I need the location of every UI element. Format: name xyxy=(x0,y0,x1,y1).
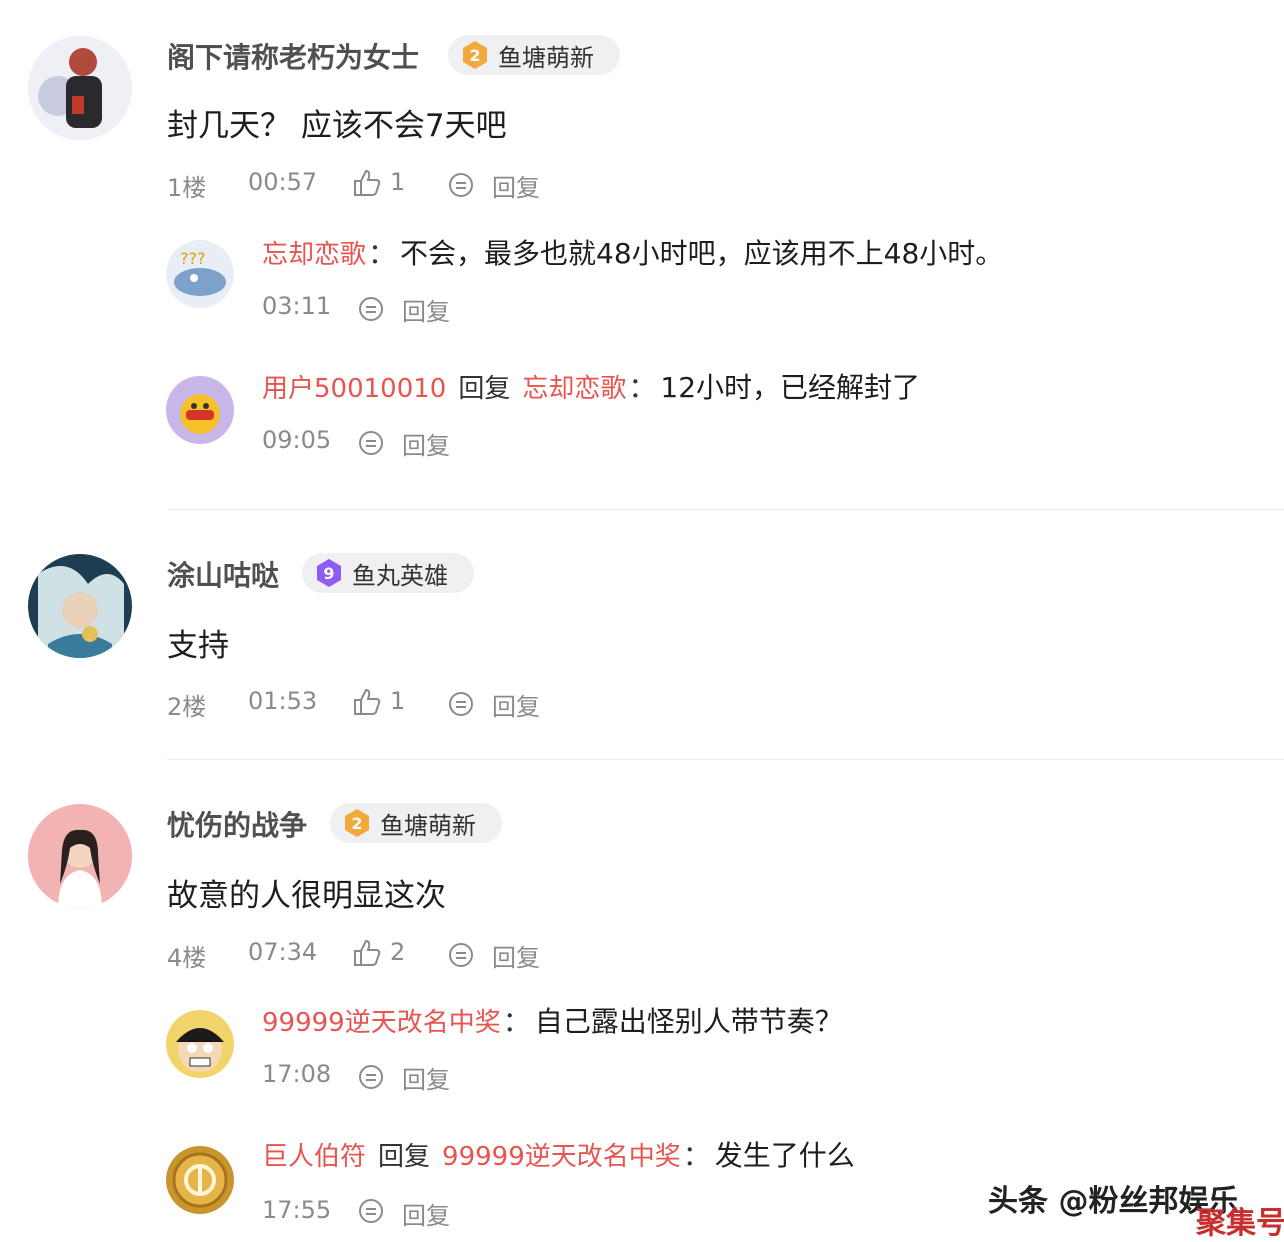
reply-button[interactable]: 回复 xyxy=(402,1060,450,1095)
reply-line: 巨人伯符 回复 99999逆天改名中奖 ： 发生了什么 xyxy=(262,1134,855,1174)
reply-author[interactable]: 用户50010010 xyxy=(262,368,446,405)
level-badge-icon: 9 xyxy=(317,559,341,587)
avatar[interactable] xyxy=(166,1010,234,1078)
badge-label: 鱼丸英雄 xyxy=(352,561,448,590)
svg-text:???: ??? xyxy=(180,249,205,268)
comment-username[interactable]: 涂山咕哒 xyxy=(167,554,279,594)
reply-target[interactable]: 忘却恋歌 xyxy=(522,368,626,405)
reply-text: 12小时，已经解封了 xyxy=(660,371,921,404)
reply-text: 不会，最多也就48小时吧，应该用不上48小时。 xyxy=(400,237,1004,270)
reply-author[interactable]: 忘却恋歌 xyxy=(262,234,366,271)
avatar[interactable] xyxy=(28,36,132,140)
reply-line: 用户50010010 回复 忘却恋歌 ： 12小时，已经解封了 xyxy=(262,366,920,406)
reply-line: 99999逆天改名中奖 ： 自己露出怪别人带节奏？ xyxy=(262,1000,843,1040)
user-badge: 2 鱼塘萌新 xyxy=(448,35,620,75)
avatar[interactable] xyxy=(28,804,132,908)
like-count: 1 xyxy=(390,168,406,196)
corner-watermark: 聚集号 xyxy=(1196,1206,1284,1241)
reply-text: 发生了什么 xyxy=(714,1139,855,1172)
comment-time: 07:34 xyxy=(248,938,318,966)
reply-time: 17:55 xyxy=(262,1196,332,1224)
reply-button[interactable]: 回复 xyxy=(402,1196,450,1231)
floor-number: 2楼 xyxy=(167,693,207,721)
colon-separator: ： xyxy=(368,237,397,270)
user-badge: 2 鱼塘萌新 xyxy=(330,803,502,843)
reply-verb: 回复 xyxy=(458,373,511,404)
comment-username[interactable]: 忧伤的战争 xyxy=(167,804,307,844)
colon-separator: ： xyxy=(682,1139,711,1172)
level-badge-icon: 2 xyxy=(345,809,369,837)
comment-time: 01:53 xyxy=(248,687,318,715)
comment-divider xyxy=(167,759,1284,760)
like-count: 2 xyxy=(390,938,406,966)
comment-username[interactable]: 阁下请称老朽为女士 xyxy=(167,36,419,76)
reply-bubble-icon[interactable] xyxy=(358,296,384,322)
reply-button[interactable]: 回复 xyxy=(402,426,450,461)
level-badge-icon: 2 xyxy=(463,41,487,69)
avatar[interactable] xyxy=(166,1146,234,1214)
comment-text: 支持 xyxy=(167,628,229,664)
reply-bubble-icon[interactable] xyxy=(358,1198,384,1224)
colon-separator: ： xyxy=(628,371,657,404)
reply-time: 09:05 xyxy=(262,426,332,454)
comment-time: 00:57 xyxy=(248,168,318,196)
reply-time: 17:08 xyxy=(262,1060,332,1088)
avatar[interactable]: ??? xyxy=(166,240,234,308)
colon-separator: ： xyxy=(502,1005,531,1038)
avatar[interactable] xyxy=(28,554,132,658)
reply-target[interactable]: 99999逆天改名中奖 xyxy=(442,1136,681,1173)
floor-number: 1楼 xyxy=(167,174,207,202)
reply-bubble-icon[interactable] xyxy=(448,172,474,198)
reply-line: 忘却恋歌 ： 不会，最多也就48小时吧，应该用不上48小时。 xyxy=(262,232,1003,272)
svg-text:2: 2 xyxy=(469,46,480,65)
reply-bubble-icon[interactable] xyxy=(448,942,474,968)
comment-text: 故意的人很明显这次 xyxy=(167,878,446,914)
comment-divider xyxy=(167,509,1284,510)
like-count: 1 xyxy=(390,687,406,715)
reply-button[interactable]: 回复 xyxy=(402,292,450,327)
reply-bubble-icon[interactable] xyxy=(448,691,474,717)
reply-button[interactable]: 回复 xyxy=(492,168,540,203)
svg-text:2: 2 xyxy=(351,814,362,833)
reply-text: 自己露出怪别人带节奏？ xyxy=(534,1005,843,1038)
reply-verb: 回复 xyxy=(378,1141,431,1172)
svg-text:9: 9 xyxy=(323,564,334,583)
badge-label: 鱼塘萌新 xyxy=(380,811,476,840)
reply-time: 03:11 xyxy=(262,292,332,320)
avatar[interactable] xyxy=(166,376,234,444)
reply-button[interactable]: 回复 xyxy=(492,687,540,722)
comment-text: 封几天？ 应该不会7天吧 xyxy=(167,108,507,144)
user-badge: 9 鱼丸英雄 xyxy=(302,553,474,593)
reply-author[interactable]: 99999逆天改名中奖 xyxy=(262,1002,501,1039)
floor-number: 4楼 xyxy=(167,944,207,972)
reply-bubble-icon[interactable] xyxy=(358,1064,384,1090)
reply-button[interactable]: 回复 xyxy=(492,938,540,973)
thumbs-up-icon[interactable] xyxy=(352,168,382,198)
thumbs-up-icon[interactable] xyxy=(352,938,382,968)
thumbs-up-icon[interactable] xyxy=(352,687,382,717)
badge-label: 鱼塘萌新 xyxy=(498,43,594,72)
reply-bubble-icon[interactable] xyxy=(358,430,384,456)
reply-author[interactable]: 巨人伯符 xyxy=(262,1136,366,1173)
